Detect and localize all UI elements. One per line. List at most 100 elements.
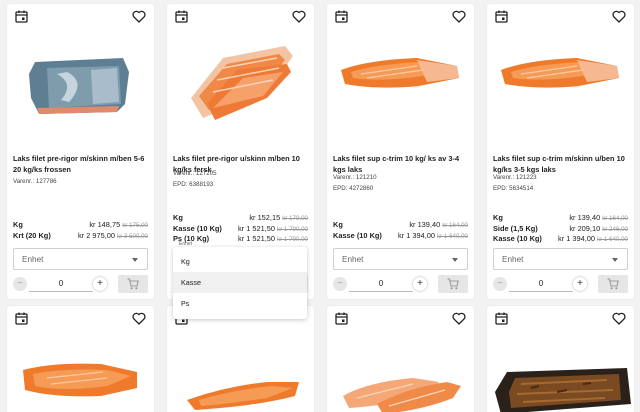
product-sku: Varenr.: 121223 [493, 174, 537, 181]
price: kr 139,40 [569, 213, 601, 222]
price: kr 1 394,00 [398, 230, 436, 240]
quantity-stepper[interactable]: − 0 + [333, 276, 429, 292]
product-sku: Varenr.: 127205 [173, 170, 217, 177]
unit-dropdown-menu[interactable]: Kg Kasse Ps [173, 247, 307, 319]
heart-outline-icon[interactable] [452, 312, 466, 325]
product-title[interactable]: Laks filet sup c-trim m/skinn u/ben 10 k… [493, 154, 631, 175]
price-row: Kasse (10 Kg) kr 1 521,50 kr 1 790,00 [173, 224, 308, 235]
price-list: Kg kr 139,40 kr 164,00 Kasse (10 Kg) kr 1 3… [333, 220, 468, 241]
old-price: kr 164,00 [442, 222, 468, 229]
calendar-icon[interactable] [335, 312, 348, 325]
calendar-icon[interactable] [175, 10, 188, 23]
product-title[interactable]: Laks filet sup c-trim 10 kg/ ks av 3-4 k… [333, 154, 471, 175]
unit-label: Kg [13, 220, 23, 229]
unit-select[interactable]: Enhet [333, 248, 468, 270]
cart-icon [447, 278, 459, 290]
quantity-underline [29, 291, 93, 292]
decrement-button[interactable]: − [493, 277, 507, 291]
quantity-underline [349, 291, 413, 292]
quantity-value[interactable]: 0 [33, 279, 89, 288]
price-row: Ps (10 Kg) kr 1 521,50 kr 1 790,00 [173, 234, 308, 245]
price-row: Kg kr 139,40 kr 164,00 [333, 220, 468, 231]
heart-outline-icon[interactable] [292, 10, 306, 23]
price: kr 148,75 [89, 220, 121, 229]
product-card-4[interactable]: Laks filet sup c-trim m/skinn u/ben 10 k… [487, 4, 634, 299]
chevron-down-icon [452, 258, 458, 262]
price-row: Kasse (10 Kg) kr 1 394,00 kr 1 640,00 [333, 231, 468, 242]
price-row: Side (1,5 Kg) kr 209,10 kr 246,00 [493, 224, 628, 235]
heart-outline-icon[interactable] [132, 312, 146, 325]
product-image[interactable] [7, 326, 154, 412]
dropdown-option-kg[interactable]: Kg [173, 251, 307, 272]
unit-label: Kg [333, 220, 343, 229]
heart-outline-icon[interactable] [132, 10, 146, 23]
price: kr 2 975,00 [78, 230, 116, 240]
price: kr 139,40 [409, 220, 441, 229]
quantity-stepper[interactable]: − 0 + [13, 276, 109, 292]
unit-select[interactable]: Enhet [13, 248, 148, 270]
unit-label: Kasse (10 Kg) [333, 230, 382, 240]
product-image[interactable] [327, 28, 474, 138]
price: kr 1 394,00 [558, 234, 596, 243]
price-row: Kg kr 152,15 kr 179,00 [173, 213, 308, 224]
product-image[interactable] [7, 28, 154, 138]
calendar-icon[interactable] [335, 10, 348, 23]
chevron-down-icon [612, 258, 618, 262]
price: kr 1 521,50 [238, 234, 276, 243]
product-card-5[interactable] [7, 306, 154, 412]
price: kr 152,15 [249, 213, 281, 222]
unit-label: Kg [493, 213, 503, 222]
increment-button[interactable]: + [93, 277, 107, 291]
unit-label: Kasse (10 Kg) [493, 234, 542, 243]
product-image[interactable] [167, 326, 314, 412]
quantity-stepper[interactable]: − 0 + [493, 276, 589, 292]
cart-icon [607, 278, 619, 290]
product-card-3[interactable]: Laks filet sup c-trim 10 kg/ ks av 3-4 k… [327, 4, 474, 299]
product-card-6[interactable] [167, 306, 314, 412]
old-price: kr 175,00 [122, 222, 148, 229]
price-row: Kg kr 148,75 kr 175,00 [13, 220, 148, 231]
calendar-icon[interactable] [15, 312, 28, 325]
calendar-icon[interactable] [495, 312, 508, 325]
unit-label: Kg [173, 213, 183, 222]
add-to-cart-button[interactable] [118, 275, 148, 293]
product-card-8[interactable] [487, 306, 634, 412]
price-row: Kg kr 139,40 kr 164,00 [493, 213, 628, 224]
unit-select-value: Enhet [502, 255, 524, 264]
unit-select-value: Enhet [22, 255, 44, 264]
price: kr 1 521,50 [238, 223, 276, 233]
increment-button[interactable]: + [573, 277, 587, 291]
dropdown-option-kasse[interactable]: Kasse [173, 272, 307, 293]
calendar-icon[interactable] [15, 10, 28, 23]
product-image[interactable] [487, 28, 634, 138]
unit-select[interactable]: Enhet [493, 248, 628, 270]
heart-outline-icon[interactable] [612, 312, 626, 325]
dropdown-option-ps[interactable]: Ps [173, 293, 307, 314]
quantity-value[interactable]: 0 [513, 279, 569, 288]
add-to-cart-button[interactable] [438, 275, 468, 293]
old-price: kr 1 790,00 [277, 236, 308, 243]
decrement-button[interactable]: − [13, 277, 27, 291]
heart-outline-icon[interactable] [612, 10, 626, 23]
price-list: Kg kr 152,15 kr 179,00 Kasse (10 Kg) kr 1 5… [173, 213, 308, 245]
product-sku: Varenr.: 121210 [333, 174, 377, 181]
product-title[interactable]: Laks filet pre-rigor m/skinn m/ben 5-6 2… [13, 154, 151, 175]
old-price: kr 1 790,00 [277, 225, 308, 233]
old-price: kr 3 500,00 [117, 232, 148, 240]
quantity-value[interactable]: 0 [353, 279, 409, 288]
product-card-7[interactable] [327, 306, 474, 412]
calendar-icon[interactable] [495, 10, 508, 23]
decrement-button[interactable]: − [333, 277, 347, 291]
product-image[interactable] [327, 326, 474, 412]
price-row: Krt (20 Kg) kr 2 975,00 kr 3 500,00 [13, 231, 148, 242]
old-price: kr 1 640,00 [437, 232, 468, 240]
product-image[interactable] [487, 326, 634, 412]
add-to-cart-button[interactable] [598, 275, 628, 293]
cart-icon [127, 278, 139, 290]
old-price: kr 179,00 [282, 215, 308, 222]
heart-outline-icon[interactable] [452, 10, 466, 23]
unit-label: Krt (20 Kg) [13, 230, 51, 240]
product-image[interactable] [167, 28, 314, 138]
product-card-1[interactable]: Laks filet pre-rigor m/skinn m/ben 5-6 2… [7, 4, 154, 299]
increment-button[interactable]: + [413, 277, 427, 291]
